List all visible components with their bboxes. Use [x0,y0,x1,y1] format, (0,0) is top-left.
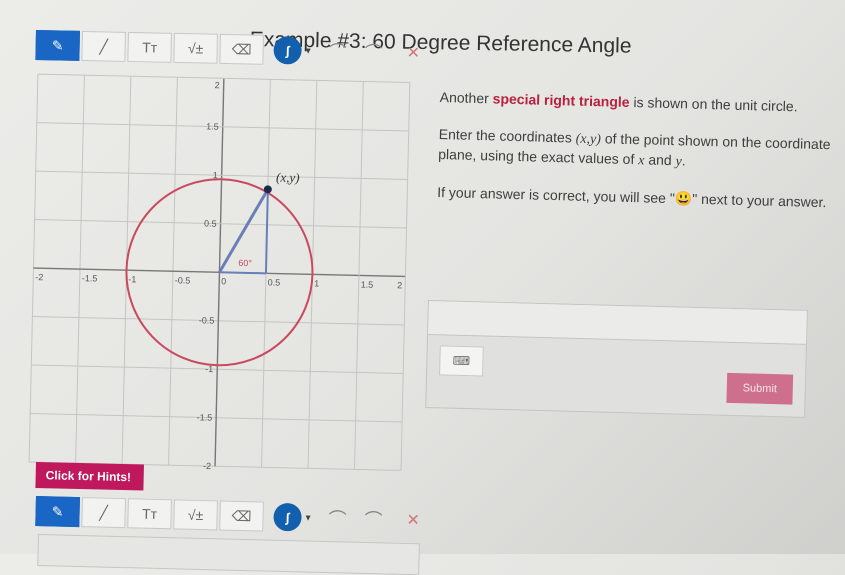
pencil-icon: ✎ [51,502,64,520]
instruction-paragraph-2: Enter the coordinates (x,y) of the point… [438,125,831,170]
eraser-tool-button[interactable]: ⌫ [219,500,264,532]
x-tick-label: -2 [35,272,43,282]
eraser-tool-button[interactable]: ⌫ [219,33,264,65]
chevron-down-icon[interactable]: ▾ [305,512,310,523]
pen-color-button[interactable]: ʃ [273,35,302,65]
hints-button[interactable]: Click for Hints! [35,462,144,491]
math-tool-button[interactable]: √± [173,499,218,531]
line-tool-button[interactable]: ╱ [81,30,126,62]
redo-icon[interactable]: ⌒ [364,39,383,65]
smiley-icon: 😃 [674,190,693,207]
math-tool-button[interactable]: √± [173,32,218,64]
highlight-term: special right triangle [492,90,630,110]
drawing-canvas[interactable] [37,534,420,575]
submit-button[interactable]: Submit [726,372,794,405]
undo-icon[interactable]: ⌒ [328,505,347,531]
line-tool-button[interactable]: ╱ [81,497,126,529]
undo-icon[interactable]: ⌒ [328,38,347,64]
y-tick-label: -0.5 [199,315,215,325]
squiggle-icon: ʃ [285,509,290,525]
x-tick-label: -1.5 [82,273,98,283]
instructions-panel: Another special right triangle is shown … [437,88,840,230]
text-icon: Tт [141,505,158,522]
sqrt-icon: √± [187,40,204,57]
y-tick-label: 1.5 [206,121,219,131]
pen-color-button[interactable]: ʃ [273,502,302,532]
answer-input[interactable] [428,301,807,345]
x-tick-label: 2 [397,280,402,290]
triangle-horizontal-leg [219,271,266,275]
pencil-tool-button[interactable]: ✎ [35,30,80,61]
instruction-paragraph-1: Another special right triangle is shown … [439,88,798,115]
clear-icon[interactable]: ✕ [406,510,420,530]
pencil-tool-button[interactable]: ✎ [35,496,80,528]
line-icon: ╱ [99,504,109,521]
text-tool-button[interactable]: Tт [127,498,172,530]
triangle-vertical-leg [264,189,269,274]
drawing-toolbar-bottom: ✎ ╱ Tт √± ⌫ ʃ ▾ ⌒ ⌒ ✕ [35,496,420,535]
eraser-icon: ⌫ [231,40,252,58]
x-tick-label: -0.5 [175,275,191,285]
eraser-icon: ⌫ [231,507,252,524]
pencil-icon: ✎ [51,36,64,54]
redo-icon[interactable]: ⌒ [364,506,383,532]
text-icon: Tт [142,39,158,56]
y-tick-label: 0.5 [204,218,217,228]
point-label: (x,y) [276,170,300,186]
chevron-down-icon[interactable]: ▾ [306,45,311,56]
instruction-paragraph-3: If your answer is correct, you will see … [437,183,827,211]
text-tool-button[interactable]: Tт [127,31,172,63]
y-tick-label: -2 [203,461,211,471]
keyboard-button[interactable]: ⌨ [439,345,484,377]
squiggle-icon: ʃ [285,42,290,58]
x-tick-label: -1 [128,274,136,284]
x-tick-label: 0.5 [268,277,281,287]
clear-icon[interactable]: ✕ [406,43,420,63]
unit-circle-graph: -2 -1.5 -1 -0.5 0 0.5 1 1.5 2 2 1.5 1 0.5 -0.5 -1 -1.5-… [25,70,414,479]
angle-label: 60° [238,258,252,268]
x-tick-label: 0 [221,276,226,286]
line-icon: ╱ [99,37,109,55]
sqrt-icon: √± [187,506,204,524]
y-tick-label: 2 [215,80,220,90]
keyboard-icon: ⌨ [452,353,471,369]
y-tick-label: -1.5 [197,412,213,422]
answer-area: ⌨ Submit [425,300,808,418]
x-tick-label: 1 [314,278,319,288]
x-tick-label: 1.5 [361,279,374,289]
